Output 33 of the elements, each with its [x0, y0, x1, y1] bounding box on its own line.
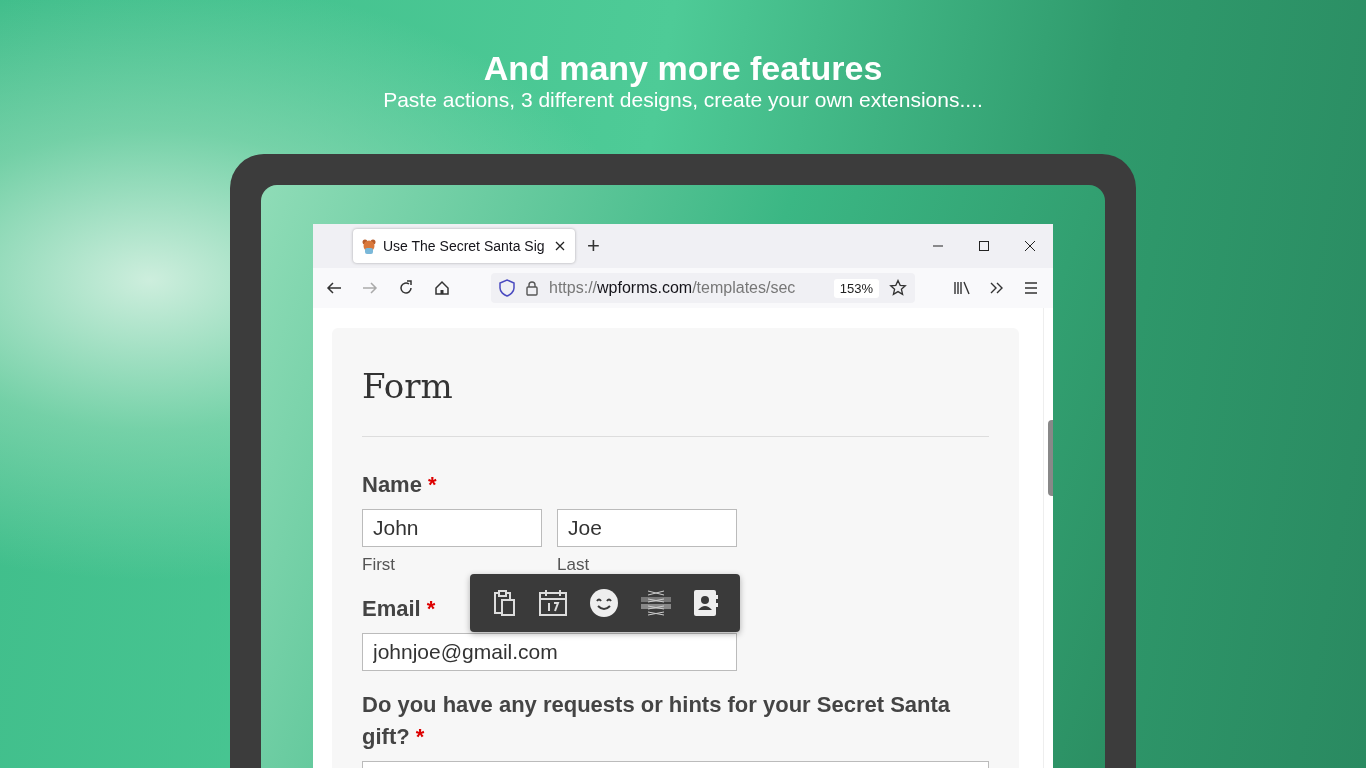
sublabel: Last: [557, 555, 591, 575]
library-icon[interactable]: [953, 280, 971, 296]
form-title: Form: [362, 366, 454, 406]
new-tab-button[interactable]: +: [587, 233, 600, 259]
text-input[interactable]: John: [362, 509, 542, 547]
star-icon[interactable]: [889, 279, 907, 297]
calendar-icon[interactable]: [537, 589, 568, 617]
field-label: Email *: [362, 595, 436, 623]
banner-subtitle: Paste actions, 3 different designs, create your own extensions....: [383, 88, 983, 112]
sublabel: First: [362, 555, 397, 575]
maximize-icon[interactable]: [978, 240, 990, 252]
shield-icon: [499, 279, 515, 297]
field-label: Do you have any requests or hints for your Secret Santa gift? *: [362, 691, 952, 751]
banner-title: And many more features: [483, 48, 883, 88]
email-input[interactable]: johnjoe@gmail.com: [362, 633, 737, 671]
address-bar[interactable]: https://wpforms.com/templates/sec 153%: [491, 273, 915, 303]
reload-icon[interactable]: [397, 279, 415, 297]
contact-card-icon[interactable]: [693, 589, 720, 617]
home-icon[interactable]: [433, 279, 451, 297]
stripes-icon[interactable]: [640, 589, 673, 617]
zoom-level-badge[interactable]: 153%: [833, 278, 879, 298]
text-input[interactable]: Joe: [557, 509, 737, 547]
chevrons-icon[interactable]: [989, 280, 1005, 296]
lock-icon: [525, 280, 539, 296]
smiley-icon[interactable]: [588, 588, 619, 618]
field-label: Name *: [362, 471, 437, 499]
tab-title: Use The Secret Santa Sig: [383, 238, 546, 254]
browser-tab[interactable]: Use The Secret Santa Sig: [353, 229, 575, 263]
bear-icon: [361, 238, 377, 254]
menu-icon[interactable]: [1023, 280, 1039, 296]
url-text: https://wpforms.com/templates/sec: [549, 279, 797, 297]
close-icon[interactable]: [555, 241, 565, 251]
close-icon[interactable]: [1024, 240, 1036, 252]
